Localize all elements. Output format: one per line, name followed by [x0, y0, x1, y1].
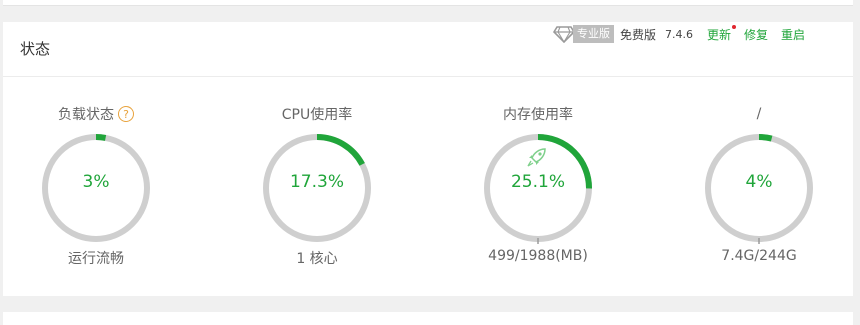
gauge-title-text: 负载状态 — [58, 107, 114, 123]
pro-badge[interactable]: 专业版 — [553, 25, 614, 43]
gauge-title: / — [756, 106, 762, 122]
gauge-title: 负载状态 ? — [38, 104, 154, 124]
update-link[interactable]: 更新 — [707, 24, 737, 43]
gauge-title: 内存使用率 — [503, 107, 573, 123]
top-panel-edge — [3, 0, 853, 6]
version-bar: 专业版 免费版 7.4.6 更新 修复 重启 — [553, 24, 805, 44]
gauge-cpu[interactable]: CPU使用率 17.3% 1 核心 — [259, 104, 375, 274]
next-panel-edge — [3, 312, 853, 325]
free-edition-label: 免费版 — [620, 27, 657, 42]
gauge-value: 17.3% — [289, 172, 344, 192]
gauge-subtext: 499/1988(MB) — [488, 248, 588, 264]
update-label: 更新 — [707, 27, 732, 42]
gauge-title: CPU使用率 — [281, 107, 353, 123]
gauge-value: 3% — [82, 172, 110, 192]
gauge-value: 4% — [745, 172, 773, 192]
restart-link[interactable]: 重启 — [781, 26, 805, 43]
gauge-subtext: 1 核心 — [296, 251, 338, 267]
help-icon[interactable]: ? — [118, 106, 134, 122]
panel-header: 状态 专业版 免费版 7.4.6 更新 修复 重启 — [3, 22, 853, 77]
update-dot — [732, 24, 737, 29]
rocket-icon[interactable] — [526, 146, 548, 168]
gauge-value: 25.1% — [510, 172, 565, 192]
gauge-memory[interactable]: 内存使用率 25.1% 499/1988(MB) — [480, 104, 596, 274]
status-panel: 状态 专业版 免费版 7.4.6 更新 修复 重启 负载状态 ? 3% 运行流畅… — [3, 22, 853, 296]
gauge-disk[interactable]: / 4% 7.4G/244G — [701, 104, 817, 274]
gauge-subtext: 运行流畅 — [68, 251, 124, 267]
diamond-icon — [553, 26, 575, 43]
pro-label: 专业版 — [573, 25, 614, 43]
panel-title: 状态 — [20, 40, 51, 58]
version-number: 7.4.6 — [665, 27, 694, 41]
repair-link[interactable]: 修复 — [744, 26, 768, 43]
gauge-subtext: 7.4G/244G — [721, 248, 797, 264]
gauge-load[interactable]: 负载状态 ? 3% 运行流畅 — [38, 104, 154, 274]
